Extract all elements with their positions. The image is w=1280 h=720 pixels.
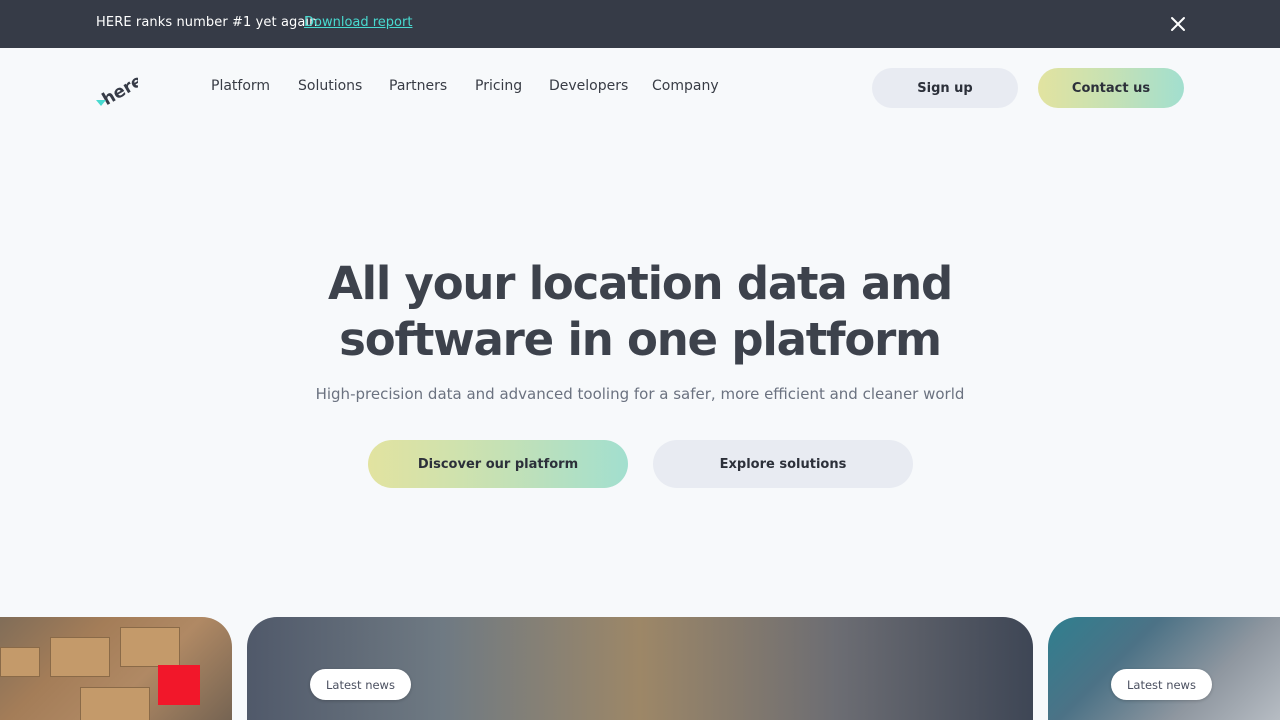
nav-platform[interactable]: Platform xyxy=(211,78,270,94)
nav-pricing[interactable]: Pricing xyxy=(475,78,522,94)
hero-title: All your location data and software in o… xyxy=(290,256,990,368)
close-icon[interactable] xyxy=(1168,14,1188,34)
card-warehouse[interactable] xyxy=(0,617,232,720)
discover-platform-button[interactable]: Discover our platform xyxy=(368,440,628,488)
nav-solutions[interactable]: Solutions xyxy=(298,78,362,94)
latest-news-badge: Latest news xyxy=(1111,669,1212,700)
card-latest-news-secondary[interactable]: Latest news xyxy=(1048,617,1280,720)
shelf-box xyxy=(120,627,180,667)
shelf-box xyxy=(80,687,150,720)
shelf-box xyxy=(50,637,110,677)
svg-text:here: here xyxy=(99,71,138,108)
announcement-text: HERE ranks number #1 yet again xyxy=(96,15,318,30)
card-latest-news-main[interactable]: Latest news xyxy=(247,617,1033,720)
contact-us-button[interactable]: Contact us xyxy=(1038,68,1184,108)
nav-partners[interactable]: Partners xyxy=(389,78,447,94)
shelf-box xyxy=(0,647,40,677)
download-report-link[interactable]: Download report xyxy=(304,15,412,30)
announcement-bar: HERE ranks number #1 yet again Download … xyxy=(0,0,1280,48)
red-package xyxy=(158,665,200,705)
hero-title-line-1: All your location data and xyxy=(328,257,953,310)
hero-title-line-2: software in one platform xyxy=(339,313,942,366)
sign-up-button[interactable]: Sign up xyxy=(872,68,1018,108)
explore-solutions-button[interactable]: Explore solutions xyxy=(653,440,913,488)
latest-news-badge: Latest news xyxy=(310,669,411,700)
hero-subtitle: High-precision data and advanced tooling… xyxy=(315,385,965,403)
nav-company[interactable]: Company xyxy=(652,78,719,94)
nav-developers[interactable]: Developers xyxy=(549,78,628,94)
here-logo[interactable]: here xyxy=(96,68,138,108)
